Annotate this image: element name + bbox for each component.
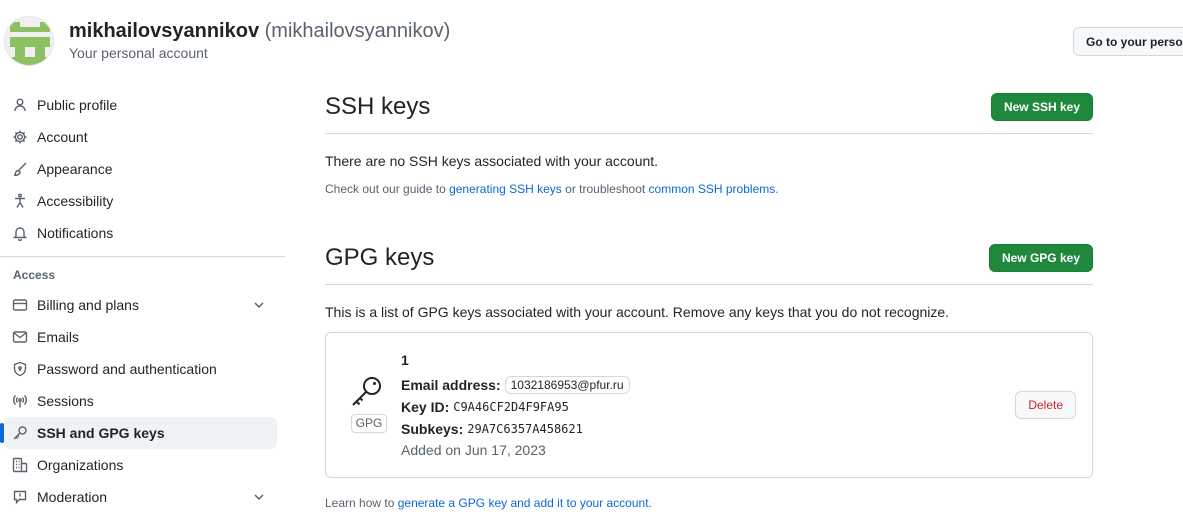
added-date: Added on Jun 17, 2023 xyxy=(401,442,546,458)
gpg-keys-title: GPG keys xyxy=(325,244,435,271)
learn-prefix: Learn how to xyxy=(325,496,398,510)
key-icon xyxy=(12,425,28,441)
account-subtitle: Your personal account xyxy=(69,45,208,61)
subkeys-label: Subkeys: xyxy=(401,421,464,437)
gpg-badge: GPG xyxy=(351,414,387,433)
account-name[interactable]: mikhailovsyannikov (mikhailovsyannikov) xyxy=(69,20,450,43)
chevron-down-icon[interactable] xyxy=(251,489,267,505)
sidebar-item-emails[interactable]: Emails xyxy=(4,321,277,353)
sidebar-item-label: Accessibility xyxy=(37,193,114,209)
key-id-value: C9A46CF2D4F9FA95 xyxy=(453,400,569,414)
ssh-note-suffix: . xyxy=(775,182,779,196)
key-id-label: Key ID: xyxy=(401,399,450,415)
sidebar-item-appearance[interactable]: Appearance xyxy=(4,153,277,185)
subkeys-value: 29A7C6357A458621 xyxy=(467,422,583,436)
sidebar-item-label: Notifications xyxy=(37,225,114,241)
gpg-keys-header: GPG keys New GPG key xyxy=(325,231,1093,285)
settings-sidebar: Public profile Account Appearance Access… xyxy=(0,89,285,513)
generating-ssh-keys-link[interactable]: generating SSH keys xyxy=(449,182,562,196)
chevron-down-icon[interactable] xyxy=(251,297,267,313)
key-icon xyxy=(352,377,381,406)
sidebar-item-label: SSH and GPG keys xyxy=(37,425,165,441)
sidebar-item-ssh-gpg-keys[interactable]: SSH and GPG keys xyxy=(0,417,277,449)
sidebar-item-label: Sessions xyxy=(37,393,94,409)
sidebar-item-label: Appearance xyxy=(37,161,113,177)
sidebar-item-label: Public profile xyxy=(37,97,118,113)
sidebar-item-organizations[interactable]: Organizations xyxy=(4,449,277,481)
gpg-key-title: 1 xyxy=(401,352,409,368)
credit-card-icon xyxy=(12,297,28,313)
gpg-learn-note: Learn how to generate a GPG key and add … xyxy=(325,496,1093,510)
gpg-key-info: 1 Email address: 1032186953@pfur.ru Key … xyxy=(401,352,630,458)
sidebar-item-label: Password and authentication xyxy=(37,361,217,377)
email-label: Email address: xyxy=(401,377,501,393)
account-login: (mikhailovsyannikov) xyxy=(264,20,451,42)
generate-gpg-key-link[interactable]: generate a GPG key and add it to your ac… xyxy=(398,496,649,510)
delete-gpg-key-button[interactable]: Delete xyxy=(1015,391,1076,419)
person-icon xyxy=(12,97,28,113)
sidebar-item-account[interactable]: Account xyxy=(4,121,277,153)
account-header: mikhailovsyannikov (mikhailovsyannikov) … xyxy=(0,0,1183,80)
sidebar-item-label: Organizations xyxy=(37,457,124,473)
sidebar-item-public-profile[interactable]: Public profile xyxy=(4,89,277,121)
gpg-key-email-row: Email address: 1032186953@pfur.ru xyxy=(401,374,630,396)
sidebar-item-label: Billing and plans xyxy=(37,297,139,313)
gpg-key-card: GPG 1 Email address: 1032186953@pfur.ru … xyxy=(325,332,1093,478)
new-ssh-key-button[interactable]: New SSH key xyxy=(990,93,1093,121)
paintbrush-icon xyxy=(12,161,28,177)
accessibility-icon xyxy=(12,193,28,209)
learn-suffix: . xyxy=(648,496,652,510)
sidebar-item-password[interactable]: Password and authentication xyxy=(4,353,277,385)
broadcast-icon xyxy=(12,393,28,409)
identicon-icon xyxy=(5,17,53,65)
new-gpg-key-button[interactable]: New GPG key xyxy=(988,244,1093,272)
organization-icon xyxy=(12,457,28,473)
sidebar-item-sessions[interactable]: Sessions xyxy=(4,385,277,417)
shield-lock-icon xyxy=(12,361,28,377)
gpg-description: This is a list of GPG keys associated wi… xyxy=(325,304,950,320)
sidebar-item-notifications[interactable]: Notifications xyxy=(4,217,277,249)
sidebar-item-billing[interactable]: Billing and plans xyxy=(4,289,277,321)
common-ssh-problems-link[interactable]: common SSH problems xyxy=(649,182,776,196)
sidebar-section-title-access: Access xyxy=(13,268,56,282)
sidebar-item-label: Emails xyxy=(37,329,80,345)
ssh-note-middle: or troubleshoot xyxy=(561,182,649,196)
ssh-keys-title: SSH keys xyxy=(325,93,431,120)
go-to-profile-button[interactable]: Go to your personal profile xyxy=(1073,27,1183,56)
main-content: SSH keys New SSH key There are no SSH ke… xyxy=(325,80,1093,510)
email-chip: 1032186953@pfur.ru xyxy=(504,376,630,394)
mail-icon xyxy=(12,329,28,345)
avatar[interactable] xyxy=(4,16,54,66)
gpg-subkeys-row: Subkeys: 29A7C6357A458621 xyxy=(401,418,630,440)
gpg-key-id-row: Key ID: C9A46CF2D4F9FA95 xyxy=(401,396,630,418)
ssh-note-prefix: Check out our guide to xyxy=(325,182,450,196)
sidebar-item-accessibility[interactable]: Accessibility xyxy=(4,185,277,217)
bell-icon xyxy=(12,225,28,241)
sidebar-item-moderation[interactable]: Moderation xyxy=(4,481,277,513)
account-name-text: mikhailovsyannikov xyxy=(69,20,260,42)
ssh-empty-message: There are no SSH keys associated with yo… xyxy=(325,153,659,169)
ssh-keys-header: SSH keys New SSH key xyxy=(325,80,1093,134)
sidebar-item-label: Moderation xyxy=(37,489,108,505)
sidebar-item-label: Account xyxy=(37,129,88,145)
gear-icon xyxy=(12,129,28,145)
ssh-guide-note: Check out our guide to generating SSH ke… xyxy=(325,182,1093,196)
report-icon xyxy=(12,489,28,505)
